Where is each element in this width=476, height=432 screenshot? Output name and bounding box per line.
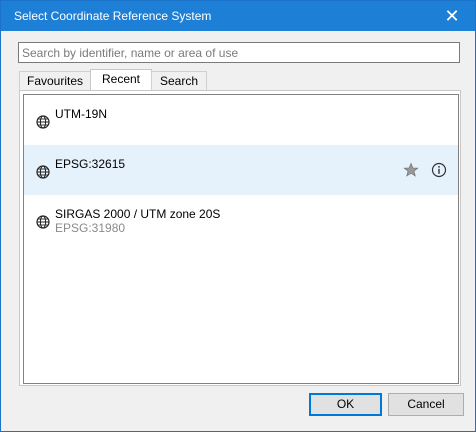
tab-recent[interactable]: Recent [90, 69, 152, 92]
crs-name: UTM-19N [55, 107, 108, 121]
crs-name: EPSG:32615 [55, 157, 126, 171]
list-item[interactable]: SIRGAS 2000 / UTM zone 20S EPSG:31980 [24, 195, 458, 245]
crs-name: SIRGAS 2000 / UTM zone 20S [55, 207, 221, 221]
window-title: Select Coordinate Reference System [14, 9, 212, 23]
tab-favourites[interactable]: Favourites [19, 71, 91, 91]
globe-icon [36, 115, 50, 129]
list-item[interactable]: EPSG:32615 [24, 145, 458, 195]
crs-dialog: Select Coordinate Reference System ✕ Fav… [0, 0, 476, 432]
title-bar[interactable]: Select Coordinate Reference System ✕ [1, 1, 475, 31]
tab-search[interactable]: Search [151, 71, 207, 91]
globe-icon [36, 215, 50, 229]
ok-button[interactable]: OK [309, 393, 382, 416]
tab-panel: UTM-19N EPSG:32615 SIRGAS 2000 / UTM zon… [19, 90, 461, 386]
crs-list[interactable]: UTM-19N EPSG:32615 SIRGAS 2000 / UTM zon… [23, 94, 459, 384]
close-icon[interactable]: ✕ [429, 1, 475, 31]
search-field[interactable] [18, 42, 460, 63]
info-icon[interactable] [431, 162, 447, 178]
search-input[interactable] [19, 43, 459, 62]
list-item[interactable]: UTM-19N [24, 95, 458, 145]
star-icon[interactable] [403, 162, 419, 178]
globe-icon [36, 165, 50, 179]
cancel-button[interactable]: Cancel [388, 393, 464, 416]
crs-code: EPSG:31980 [55, 221, 126, 235]
